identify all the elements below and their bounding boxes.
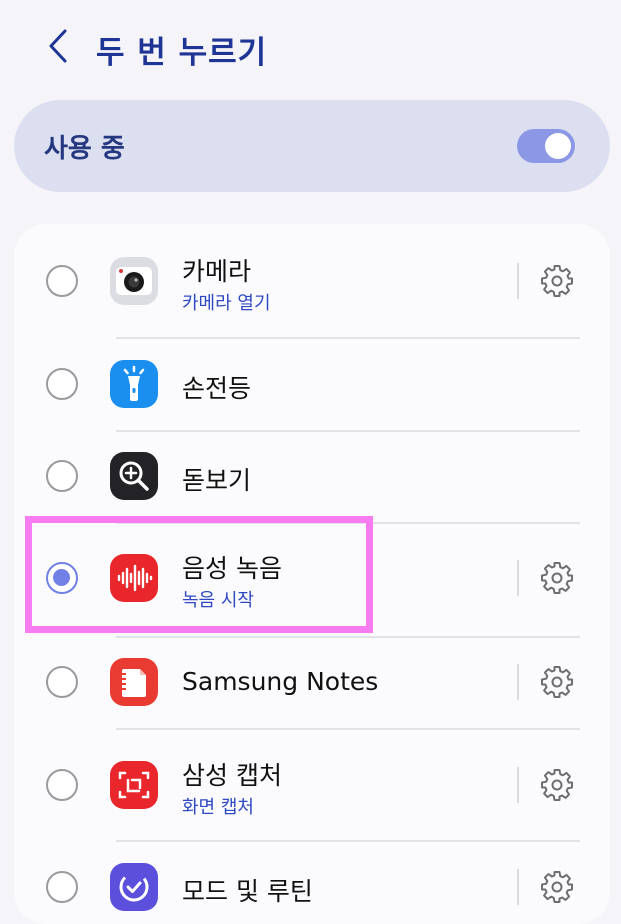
option-samsung-notes[interactable]: Samsung Notes [14, 636, 610, 728]
samsung-capture-icon [110, 761, 158, 809]
divider [517, 664, 519, 700]
option-modes-routines[interactable]: 모드 및 루틴 [14, 840, 610, 924]
settings-modes-routines-button[interactable] [538, 868, 576, 906]
chevron-left-icon [49, 29, 67, 63]
option-name: 삼성 캡처 [182, 761, 282, 790]
radio-camera[interactable] [46, 265, 78, 297]
toggle-knob [545, 133, 571, 159]
radio-magnifier[interactable] [46, 460, 78, 492]
divider [517, 263, 519, 299]
master-toggle[interactable] [517, 129, 575, 163]
radio-modes-routines[interactable] [46, 871, 78, 903]
divider [517, 560, 519, 596]
option-name: 돋보기 [182, 466, 252, 495]
camera-icon [110, 257, 158, 305]
gear-icon [541, 562, 573, 594]
master-switch-label: 사용 중 [44, 134, 125, 164]
divider [517, 869, 519, 905]
settings-camera-button[interactable] [538, 262, 576, 300]
radio-samsung-capture[interactable] [46, 769, 78, 801]
page-title: 두 번 누르기 [96, 35, 268, 71]
option-name: 카메라 [182, 257, 252, 286]
modes-routines-icon [110, 863, 158, 911]
settings-samsung-notes-button[interactable] [538, 663, 576, 701]
option-name: 손전등 [182, 374, 252, 403]
divider [517, 767, 519, 803]
magnifier-icon [110, 452, 158, 500]
option-name: Samsung Notes [182, 667, 379, 696]
option-name: 모드 및 루틴 [182, 877, 313, 906]
gear-icon [541, 871, 573, 903]
option-magnifier[interactable]: 돋보기 [14, 430, 610, 522]
option-samsung-capture[interactable]: 삼성 캡처 화면 캡처 [14, 728, 610, 840]
settings-voice-recorder-button[interactable] [538, 559, 576, 597]
gear-icon [541, 666, 573, 698]
gear-icon [541, 265, 573, 297]
header: 두 번 누르기 [0, 0, 621, 96]
option-subtitle: 화면 캡처 [182, 797, 254, 818]
option-flashlight[interactable]: 손전등 [14, 338, 610, 430]
radio-flashlight[interactable] [46, 368, 78, 400]
option-subtitle: 카메라 열기 [182, 293, 271, 314]
selection-highlight-box [25, 516, 373, 633]
samsung-notes-icon [110, 658, 158, 706]
radio-samsung-notes[interactable] [46, 666, 78, 698]
settings-samsung-capture-button[interactable] [538, 766, 576, 804]
back-button[interactable] [38, 26, 78, 66]
gear-icon [541, 769, 573, 801]
master-switch-bar[interactable]: 사용 중 [14, 100, 610, 192]
flashlight-icon [110, 360, 158, 408]
option-camera[interactable]: 카메라 카메라 열기 [14, 224, 610, 338]
